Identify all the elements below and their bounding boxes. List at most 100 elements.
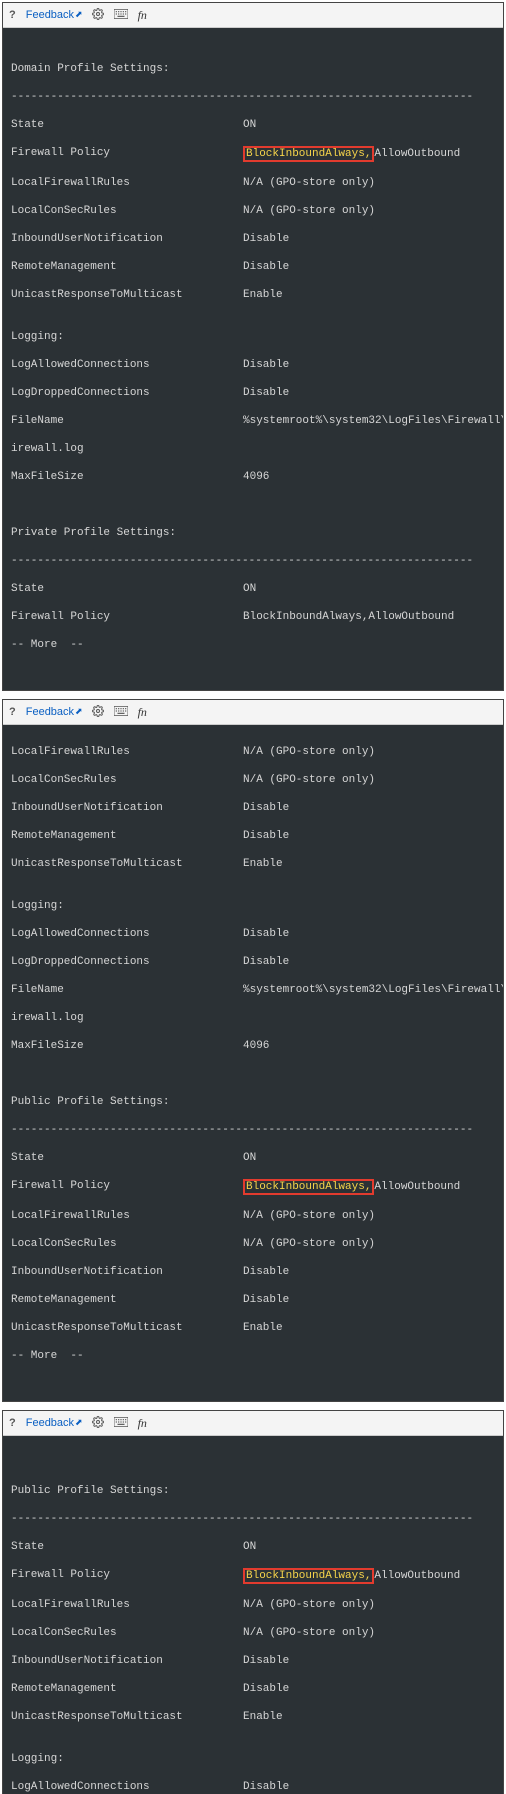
- kv-row: MaxFileSize4096: [11, 470, 495, 484]
- kv-value: N/A (GPO-store only): [243, 204, 495, 218]
- kv-key: LocalFirewallRules: [11, 1209, 243, 1223]
- kv-value: Disable: [243, 955, 495, 969]
- terminal-panel-2: ? Feedback⬈ fn LocalFirewallRulesN/A (GP…: [2, 699, 504, 1402]
- kv-row: LogDroppedConnectionsDisable: [11, 386, 495, 400]
- kv-row: LogAllowedConnectionsDisable: [11, 1780, 495, 1794]
- kv-key: Firewall Policy: [11, 1568, 243, 1584]
- kv-value: BlockInboundAlways,AllowOutbound: [243, 1568, 495, 1584]
- kv-key: LogAllowedConnections: [11, 358, 243, 372]
- gear-icon[interactable]: [92, 8, 104, 23]
- keyboard-icon[interactable]: [114, 1417, 128, 1430]
- kv-value: Disable: [243, 232, 495, 246]
- kv-row: MaxFileSize4096: [11, 1039, 495, 1053]
- kv-row: StateON: [11, 1540, 495, 1554]
- highlighted-value: BlockInboundAlways,: [243, 1179, 374, 1195]
- kv-row: LocalFirewallRulesN/A (GPO-store only): [11, 745, 495, 759]
- kv-value: Enable: [243, 288, 495, 302]
- kv-row: InboundUserNotificationDisable: [11, 232, 495, 246]
- kv-key: RemoteManagement: [11, 1293, 243, 1307]
- help-icon[interactable]: ?: [9, 1417, 16, 1429]
- kv-key: RemoteManagement: [11, 829, 243, 843]
- kv-row: LocalConSecRulesN/A (GPO-store only): [11, 1626, 495, 1640]
- toolbar: ? Feedback⬈ fn: [3, 1411, 503, 1436]
- kv-key: State: [11, 1151, 243, 1165]
- toolbar: ? Feedback⬈ fn: [3, 700, 503, 725]
- kv-key: InboundUserNotification: [11, 1654, 243, 1668]
- section-heading-public: Public Profile Settings:: [11, 1095, 495, 1109]
- keyboard-icon[interactable]: [114, 706, 128, 719]
- terminal-output: Public Profile Settings: ---------------…: [3, 1436, 503, 1794]
- kv-key: InboundUserNotification: [11, 801, 243, 815]
- kv-row: LogDroppedConnectionsDisable: [11, 955, 495, 969]
- kv-row: FileName%systemroot%\system32\LogFiles\F…: [11, 414, 495, 428]
- kv-row: LocalConSecRulesN/A (GPO-store only): [11, 204, 495, 218]
- highlighted-value: BlockInboundAlways,: [243, 146, 374, 162]
- kv-key: MaxFileSize: [11, 470, 243, 484]
- kv-value: BlockInboundAlways,AllowOutbound: [243, 610, 495, 624]
- kv-row: LocalFirewallRulesN/A (GPO-store only): [11, 1598, 495, 1612]
- kv-value: %systemroot%\system32\LogFiles\Firewall\…: [243, 983, 503, 997]
- gear-icon[interactable]: [92, 1416, 104, 1431]
- section-heading-logging: Logging:: [11, 330, 495, 344]
- more-prompt: -- More --: [11, 638, 495, 652]
- kv-value: Enable: [243, 1710, 495, 1724]
- kv-key: LocalFirewallRules: [11, 745, 243, 759]
- output-line: irewall.log: [11, 442, 495, 456]
- kv-row: LocalConSecRulesN/A (GPO-store only): [11, 773, 495, 787]
- kv-row: RemoteManagementDisable: [11, 829, 495, 843]
- terminal-panel-3: ? Feedback⬈ fn Public Profile Settings: …: [2, 1410, 504, 1794]
- kv-key: RemoteManagement: [11, 1682, 243, 1696]
- divider-line: ----------------------------------------…: [11, 1123, 495, 1137]
- help-icon[interactable]: ?: [9, 9, 16, 21]
- feedback-link[interactable]: Feedback⬈: [26, 9, 82, 21]
- keyboard-icon[interactable]: [114, 9, 128, 22]
- kv-key: FileName: [11, 983, 243, 997]
- kv-value: ON: [243, 118, 495, 132]
- kv-key: Firewall Policy: [11, 146, 243, 162]
- kv-key: InboundUserNotification: [11, 1265, 243, 1279]
- kv-row: InboundUserNotificationDisable: [11, 801, 495, 815]
- kv-value: Disable: [243, 927, 495, 941]
- feedback-link[interactable]: Feedback⬈: [26, 706, 82, 718]
- kv-key: UnicastResponseToMulticast: [11, 288, 243, 302]
- kv-value: Disable: [243, 801, 495, 815]
- kv-row: LogAllowedConnectionsDisable: [11, 927, 495, 941]
- kv-value: BlockInboundAlways,AllowOutbound: [243, 1179, 495, 1195]
- kv-key: LocalConSecRules: [11, 1626, 243, 1640]
- kv-row: InboundUserNotificationDisable: [11, 1265, 495, 1279]
- kv-key: LogAllowedConnections: [11, 927, 243, 941]
- kv-value: Disable: [243, 1682, 495, 1696]
- feedback-link[interactable]: Feedback⬈: [26, 1417, 82, 1429]
- terminal-panel-1: ? Feedback⬈ fn Domain Profile Settings: …: [2, 2, 504, 691]
- kv-row: Firewall PolicyBlockInboundAlways,AllowO…: [11, 146, 495, 162]
- kv-key: LogAllowedConnections: [11, 1780, 243, 1794]
- kv-key: UnicastResponseToMulticast: [11, 1321, 243, 1335]
- more-prompt: -- More --: [11, 1349, 495, 1363]
- kv-value: BlockInboundAlways,AllowOutbound: [243, 146, 495, 162]
- kv-row: Firewall PolicyBlockInboundAlways,AllowO…: [11, 1568, 495, 1584]
- kv-key: LocalConSecRules: [11, 204, 243, 218]
- kv-row: FileName%systemroot%\system32\LogFiles\F…: [11, 983, 495, 997]
- kv-key: State: [11, 582, 243, 596]
- section-heading-logging: Logging:: [11, 1752, 495, 1766]
- divider-line: ----------------------------------------…: [11, 1512, 495, 1526]
- kv-key: Firewall Policy: [11, 1179, 243, 1195]
- fn-label: fn: [138, 705, 147, 720]
- kv-row: LogAllowedConnectionsDisable: [11, 358, 495, 372]
- help-icon[interactable]: ?: [9, 706, 16, 718]
- fn-label: fn: [138, 8, 147, 23]
- kv-key: MaxFileSize: [11, 1039, 243, 1053]
- kv-value: Disable: [243, 1293, 495, 1307]
- kv-row: LocalConSecRulesN/A (GPO-store only): [11, 1237, 495, 1251]
- kv-value: ON: [243, 582, 495, 596]
- kv-row: UnicastResponseToMulticastEnable: [11, 288, 495, 302]
- divider-line: ----------------------------------------…: [11, 90, 495, 104]
- kv-value: 4096: [243, 1039, 495, 1053]
- kv-value: Disable: [243, 829, 495, 843]
- kv-key: FileName: [11, 414, 243, 428]
- kv-row: RemoteManagementDisable: [11, 1293, 495, 1307]
- kv-row: RemoteManagementDisable: [11, 260, 495, 274]
- divider-line: ----------------------------------------…: [11, 554, 495, 568]
- gear-icon[interactable]: [92, 705, 104, 720]
- kv-key: LocalConSecRules: [11, 773, 243, 787]
